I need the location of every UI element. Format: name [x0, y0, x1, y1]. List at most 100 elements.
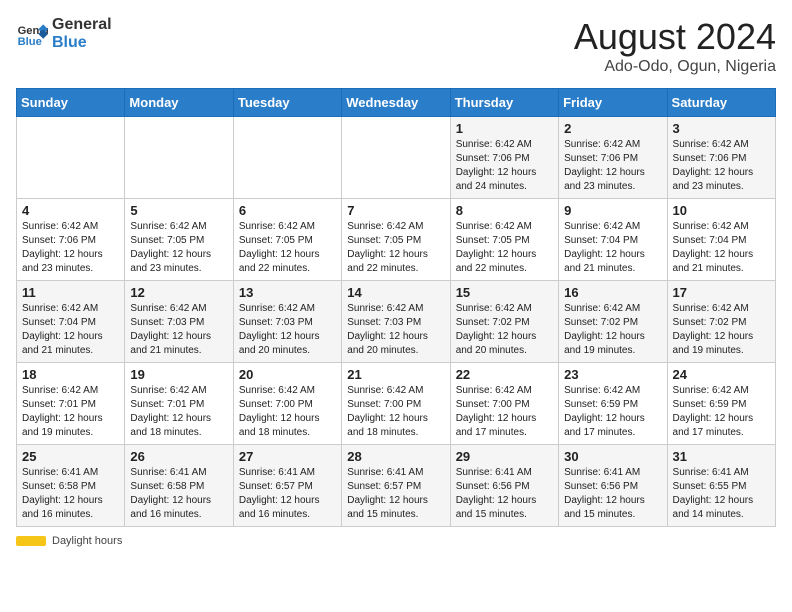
- calendar-cell: [125, 117, 233, 199]
- title-block: August 2024 Ado-Odo, Ogun, Nigeria: [574, 16, 776, 76]
- header-day-friday: Friday: [559, 89, 667, 117]
- day-info: Sunrise: 6:42 AM Sunset: 7:04 PM Dayligh…: [673, 220, 770, 276]
- day-number: 30: [564, 449, 661, 464]
- day-info: Sunrise: 6:41 AM Sunset: 6:56 PM Dayligh…: [564, 466, 661, 522]
- day-number: 12: [130, 285, 227, 300]
- calendar-cell: 23Sunrise: 6:42 AM Sunset: 6:59 PM Dayli…: [559, 363, 667, 445]
- calendar-cell: 24Sunrise: 6:42 AM Sunset: 6:59 PM Dayli…: [667, 363, 775, 445]
- calendar-cell: 9Sunrise: 6:42 AM Sunset: 7:04 PM Daylig…: [559, 199, 667, 281]
- day-info: Sunrise: 6:42 AM Sunset: 7:06 PM Dayligh…: [456, 138, 553, 194]
- day-number: 22: [456, 367, 553, 382]
- day-info: Sunrise: 6:42 AM Sunset: 7:06 PM Dayligh…: [673, 138, 770, 194]
- day-number: 21: [347, 367, 444, 382]
- calendar-cell: 17 Sunrise: 6:42 AM Sunset: 7:02 PM Dayli…: [667, 281, 775, 363]
- calendar-week-4: 18 Sunrise: 6:42 AM Sunset: 7:01 PM Dayli…: [17, 363, 776, 445]
- calendar-cell: 25Sunrise: 6:41 AM Sunset: 6:58 PM Dayli…: [17, 445, 125, 527]
- day-number: 26: [130, 449, 227, 464]
- day-info: Sunrise: 6:42 AM Sunset: 7:06 PM Dayligh…: [22, 220, 119, 276]
- calendar-cell: [233, 117, 341, 199]
- calendar-cell: 3 Sunrise: 6:42 AM Sunset: 7:06 PM Daylig…: [667, 117, 775, 199]
- day-number: 1: [456, 121, 553, 136]
- logo-icon: General Blue: [16, 18, 48, 50]
- day-number: 14: [347, 285, 444, 300]
- calendar-cell: 1 Sunrise: 6:42 AM Sunset: 7:06 PM Daylig…: [450, 117, 558, 199]
- day-number: 19: [130, 367, 227, 382]
- calendar-cell: 26 Sunrise: 6:41 AM Sunset: 6:58 PM Dayli…: [125, 445, 233, 527]
- day-info: Sunrise: 6:42 AM Sunset: 7:02 PM Dayligh…: [564, 302, 661, 358]
- day-info: Sunrise: 6:42 AM Sunset: 7:05 PM Dayligh…: [456, 220, 553, 276]
- day-info: Sunrise: 6:42 AM Sunset: 7:05 PM Dayligh…: [347, 220, 444, 276]
- header-day-sunday: Sunday: [17, 89, 125, 117]
- day-info: Sunrise: 6:42 AM Sunset: 7:00 PM Dayligh…: [239, 384, 336, 440]
- day-info: Sunrise: 6:42 AM Sunset: 7:02 PM Dayligh…: [456, 302, 553, 358]
- day-info: Sunrise: 6:41 AM Sunset: 6:58 PM Dayligh…: [130, 466, 227, 522]
- header-day-thursday: Thursday: [450, 89, 558, 117]
- header-day-tuesday: Tuesday: [233, 89, 341, 117]
- calendar-cell: 12 Sunrise: 6:42 AM Sunset: 7:03 PM Dayli…: [125, 281, 233, 363]
- day-info: Sunrise: 6:42 AM Sunset: 7:03 PM Dayligh…: [130, 302, 227, 358]
- day-info: Sunrise: 6:42 AM Sunset: 7:01 PM Dayligh…: [22, 384, 119, 440]
- calendar-cell: 10Sunrise: 6:42 AM Sunset: 7:04 PM Dayli…: [667, 199, 775, 281]
- calendar-cell: 22 Sunrise: 6:42 AM Sunset: 7:00 PM Dayli…: [450, 363, 558, 445]
- day-info: Sunrise: 6:42 AM Sunset: 7:03 PM Dayligh…: [239, 302, 336, 358]
- day-info: Sunrise: 6:42 AM Sunset: 6:59 PM Dayligh…: [564, 384, 661, 440]
- calendar-cell: 4Sunrise: 6:42 AM Sunset: 7:06 PM Daylig…: [17, 199, 125, 281]
- calendar-week-3: 11 Sunrise: 6:42 AM Sunset: 7:04 PM Dayli…: [17, 281, 776, 363]
- day-number: 13: [239, 285, 336, 300]
- logo-blue: Blue: [52, 34, 112, 52]
- day-info: Sunrise: 6:41 AM Sunset: 6:55 PM Dayligh…: [673, 466, 770, 522]
- logo-general: General: [52, 16, 112, 34]
- day-number: 20: [239, 367, 336, 382]
- day-info: Sunrise: 6:42 AM Sunset: 7:01 PM Dayligh…: [130, 384, 227, 440]
- calendar-cell: 31Sunrise: 6:41 AM Sunset: 6:55 PM Dayli…: [667, 445, 775, 527]
- svg-text:Blue: Blue: [18, 36, 42, 48]
- calendar-cell: 30 Sunrise: 6:41 AM Sunset: 6:56 PM Dayli…: [559, 445, 667, 527]
- calendar-cell: 14 Sunrise: 6:42 AM Sunset: 7:03 PM Dayli…: [342, 281, 450, 363]
- day-number: 17: [673, 285, 770, 300]
- daylight-bar-icon: [16, 536, 46, 546]
- calendar-cell: 19 Sunrise: 6:42 AM Sunset: 7:01 PM Dayli…: [125, 363, 233, 445]
- day-info: Sunrise: 6:42 AM Sunset: 7:03 PM Dayligh…: [347, 302, 444, 358]
- daylight-label: Daylight hours: [52, 535, 122, 547]
- calendar-cell: 11 Sunrise: 6:42 AM Sunset: 7:04 PM Dayli…: [17, 281, 125, 363]
- month-year: August 2024: [574, 16, 776, 58]
- calendar-cell: 6Sunrise: 6:42 AM Sunset: 7:05 PM Daylig…: [233, 199, 341, 281]
- calendar-cell: 7 Sunrise: 6:42 AM Sunset: 7:05 PM Daylig…: [342, 199, 450, 281]
- day-number: 27: [239, 449, 336, 464]
- day-number: 15: [456, 285, 553, 300]
- calendar-cell: 16 Sunrise: 6:42 AM Sunset: 7:02 PM Dayli…: [559, 281, 667, 363]
- day-number: 9: [564, 203, 661, 218]
- calendar-cell: 29Sunrise: 6:41 AM Sunset: 6:56 PM Dayli…: [450, 445, 558, 527]
- calendar-cell: 28 Sunrise: 6:41 AM Sunset: 6:57 PM Dayli…: [342, 445, 450, 527]
- calendar-cell: 15 Sunrise: 6:42 AM Sunset: 7:02 PM Dayli…: [450, 281, 558, 363]
- calendar-header-row: SundayMondayTuesdayWednesdayThursdayFrid…: [17, 89, 776, 117]
- day-info: Sunrise: 6:42 AM Sunset: 7:00 PM Dayligh…: [456, 384, 553, 440]
- page-header: General Blue General Blue August 2024 Ad…: [16, 16, 776, 76]
- location: Ado-Odo, Ogun, Nigeria: [574, 58, 776, 76]
- calendar-table: SundayMondayTuesdayWednesdayThursdayFrid…: [16, 88, 776, 527]
- day-number: 3: [673, 121, 770, 136]
- day-info: Sunrise: 6:42 AM Sunset: 7:02 PM Dayligh…: [673, 302, 770, 358]
- calendar-cell: 5Sunrise: 6:42 AM Sunset: 7:05 PM Daylig…: [125, 199, 233, 281]
- day-number: 28: [347, 449, 444, 464]
- calendar-cell: [342, 117, 450, 199]
- calendar-cell: 8Sunrise: 6:42 AM Sunset: 7:05 PM Daylig…: [450, 199, 558, 281]
- day-info: Sunrise: 6:41 AM Sunset: 6:57 PM Dayligh…: [347, 466, 444, 522]
- day-info: Sunrise: 6:42 AM Sunset: 7:06 PM Dayligh…: [564, 138, 661, 194]
- calendar-week-1: 1 Sunrise: 6:42 AM Sunset: 7:06 PM Daylig…: [17, 117, 776, 199]
- day-number: 11: [22, 285, 119, 300]
- calendar-cell: 2Sunrise: 6:42 AM Sunset: 7:06 PM Daylig…: [559, 117, 667, 199]
- day-number: 6: [239, 203, 336, 218]
- day-info: Sunrise: 6:42 AM Sunset: 7:04 PM Dayligh…: [22, 302, 119, 358]
- day-number: 5: [130, 203, 227, 218]
- day-info: Sunrise: 6:42 AM Sunset: 6:59 PM Dayligh…: [673, 384, 770, 440]
- header-day-saturday: Saturday: [667, 89, 775, 117]
- day-number: 16: [564, 285, 661, 300]
- calendar-cell: [17, 117, 125, 199]
- day-number: 7: [347, 203, 444, 218]
- footer: Daylight hours: [16, 535, 776, 547]
- day-number: 29: [456, 449, 553, 464]
- calendar-week-2: 4Sunrise: 6:42 AM Sunset: 7:06 PM Daylig…: [17, 199, 776, 281]
- calendar-cell: 21Sunrise: 6:42 AM Sunset: 7:00 PM Dayli…: [342, 363, 450, 445]
- day-number: 18: [22, 367, 119, 382]
